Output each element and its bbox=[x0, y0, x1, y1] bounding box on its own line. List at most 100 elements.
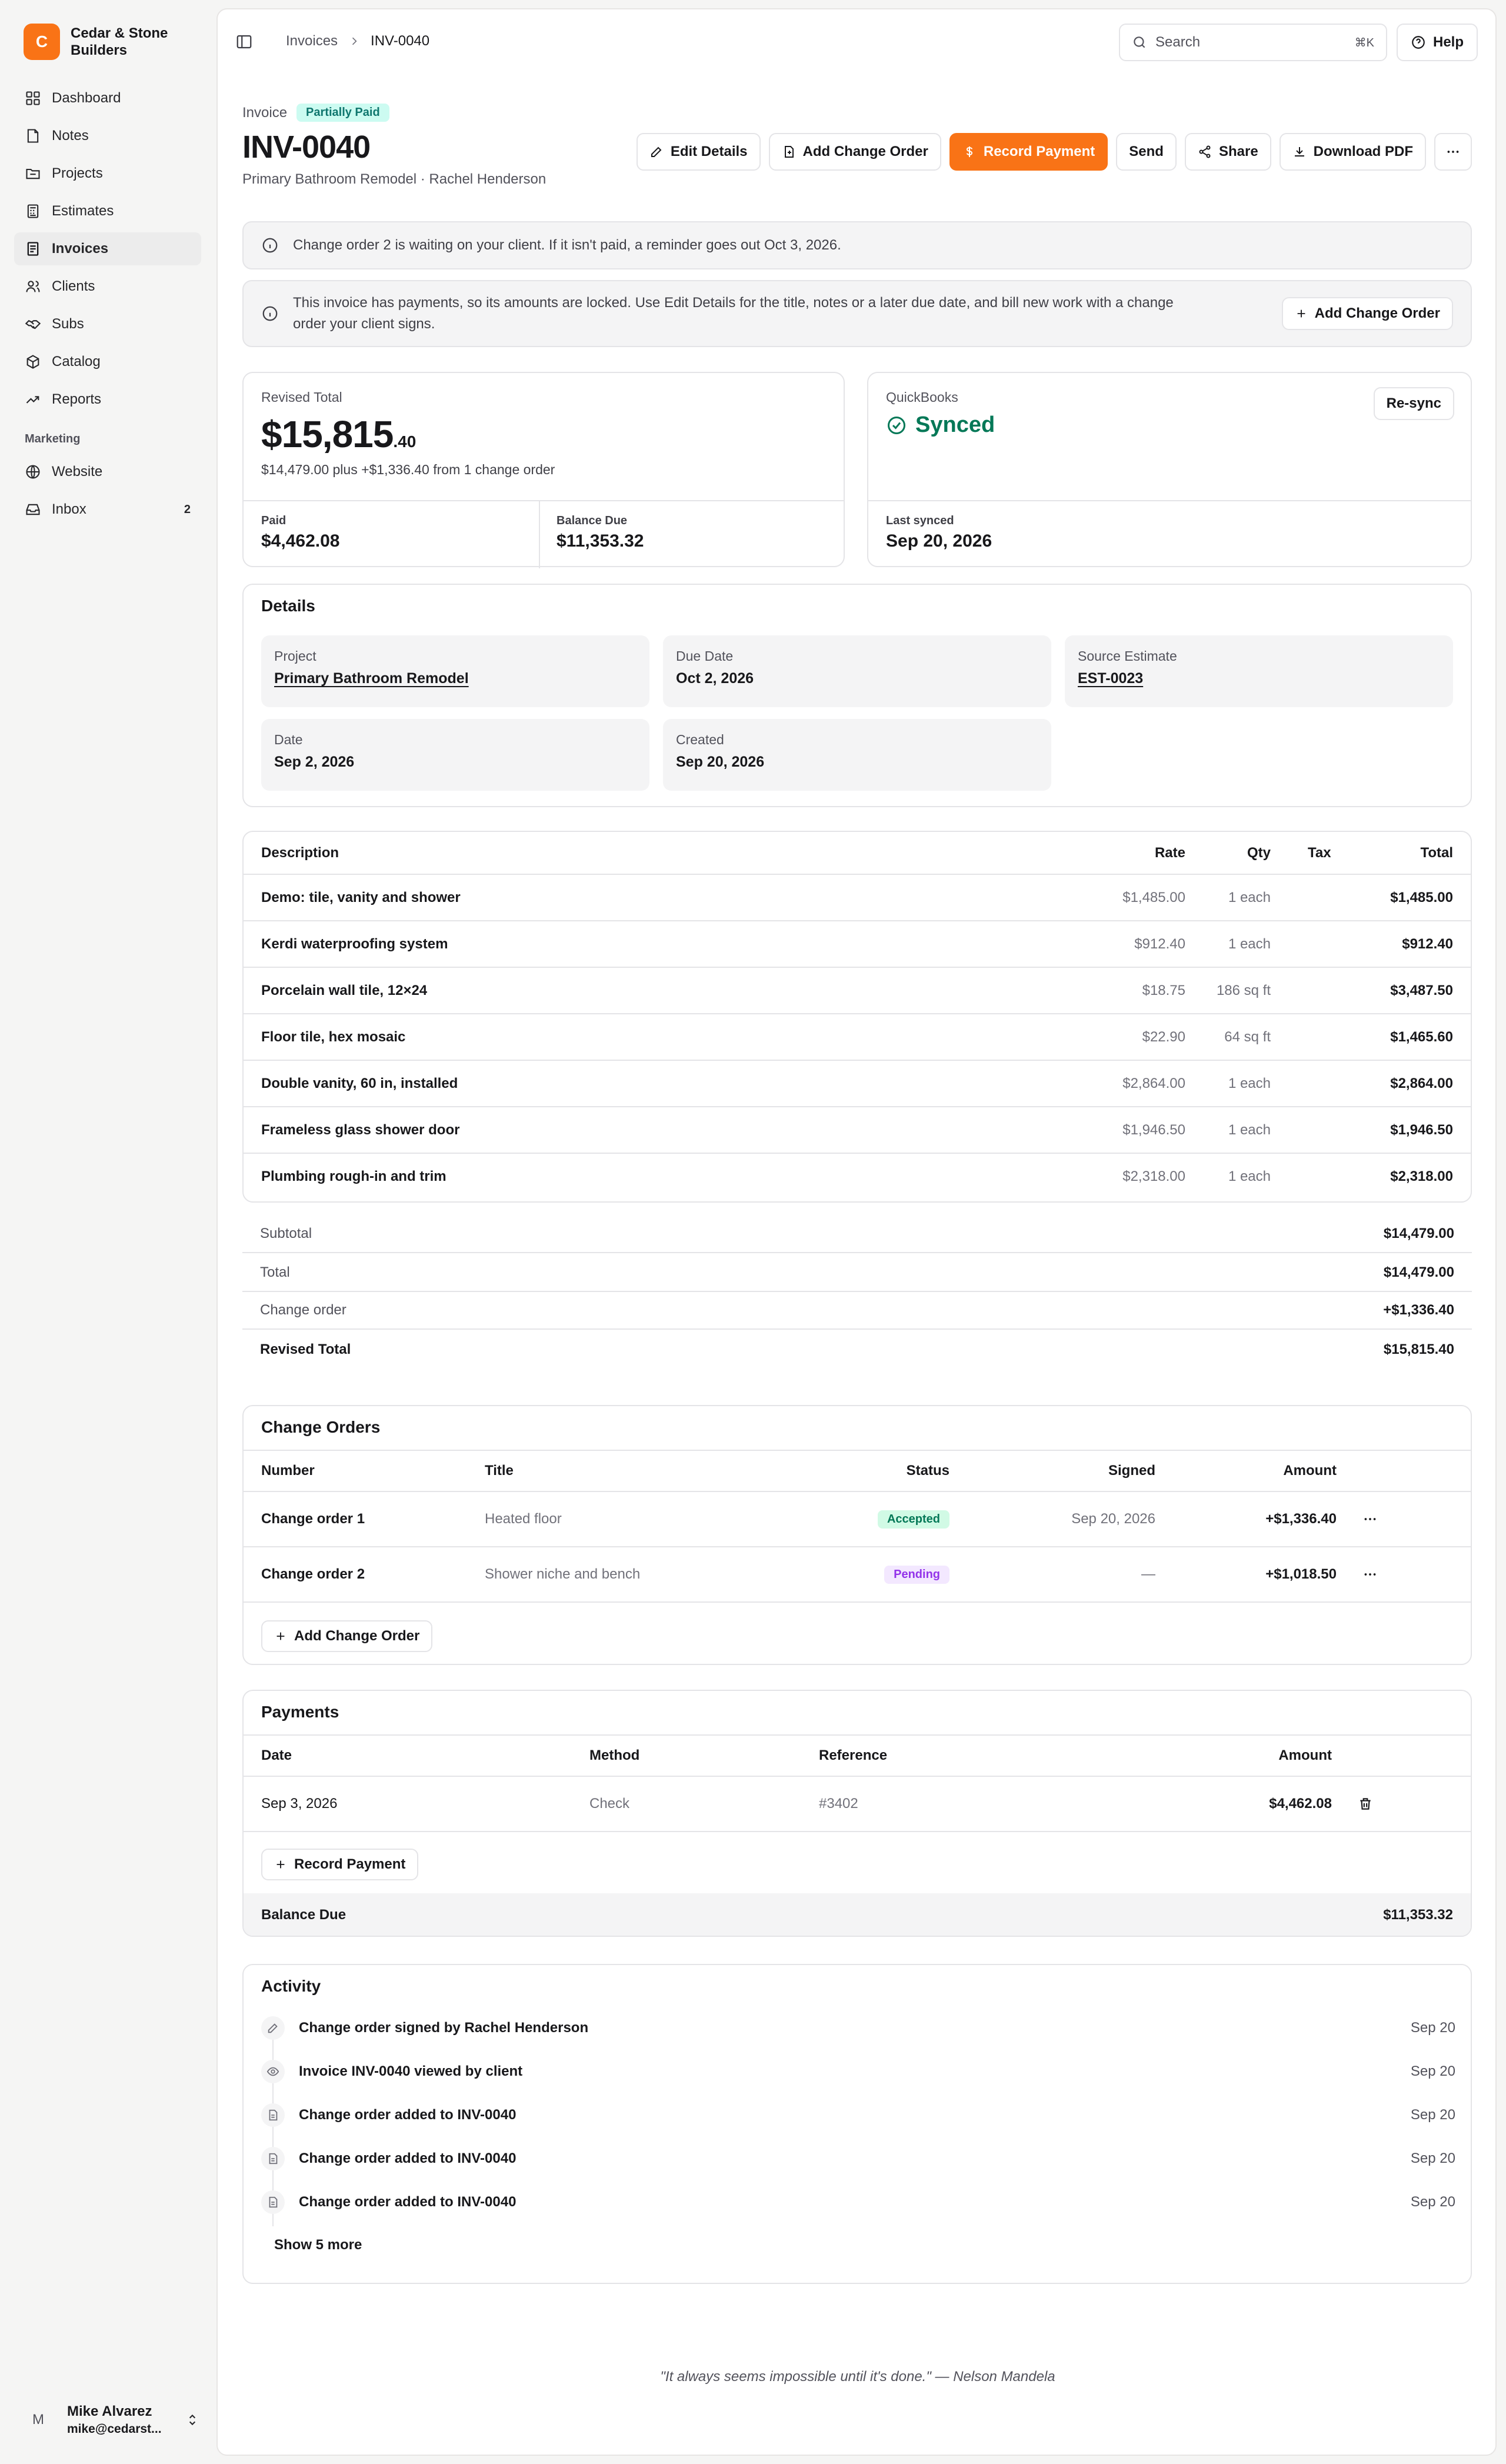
sidebar-item-reports[interactable]: Reports bbox=[14, 383, 201, 416]
sidebar-item-inbox[interactable]: Inbox 2 bbox=[14, 493, 201, 526]
add-change-order-inline-button[interactable]: Add Change Order bbox=[261, 1620, 433, 1652]
sidebar-item-label: Clients bbox=[52, 278, 95, 294]
footer-quote: "It always seems impossible until it's d… bbox=[660, 2369, 1055, 2385]
resync-label: Re-sync bbox=[1386, 395, 1441, 411]
item-tax bbox=[1271, 967, 1335, 1014]
item-total: $1,465.60 bbox=[1335, 1014, 1471, 1061]
more-actions-button[interactable] bbox=[1434, 133, 1472, 171]
item-description: Plumbing rough-in and trim bbox=[261, 1168, 447, 1184]
show-more-button[interactable]: Show 5 more bbox=[274, 2237, 362, 2253]
payments-balance-label: Balance Due bbox=[261, 1907, 346, 1923]
alert-add-change-order-button[interactable]: Add Change Order bbox=[1281, 297, 1453, 330]
alert-add-change-order-label: Add Change Order bbox=[1314, 305, 1440, 321]
co-status-cell: Accepted bbox=[814, 1491, 949, 1547]
sidebar-item-projects[interactable]: Projects bbox=[14, 157, 201, 190]
balance-due-label: Balance Due bbox=[557, 514, 628, 527]
main-panel: Invoices INV-0040 Search ⌘K Help Invoice… bbox=[216, 8, 1497, 2456]
payments-balance-row: Balance Due $11,353.32 bbox=[244, 1893, 1471, 1936]
col-date: Date bbox=[244, 1734, 589, 1777]
sidebar-item-label: Notes bbox=[52, 128, 89, 144]
co-title: Shower niche and bench bbox=[485, 1547, 814, 1603]
paid-label: Paid bbox=[261, 514, 286, 527]
activity-text: Change order added to INV-0040 bbox=[299, 2150, 517, 2166]
reminder-text: Change order 2 is waiting on your client… bbox=[293, 237, 841, 253]
sidebar-item-clients[interactable]: Clients bbox=[14, 270, 201, 303]
co-title: Heated floor bbox=[485, 1491, 814, 1547]
locked-alert: This invoice has payments, so its amount… bbox=[242, 280, 1472, 347]
dollar-icon bbox=[966, 146, 972, 157]
add-change-order-button[interactable]: Add Change Order bbox=[768, 133, 941, 171]
send-button[interactable]: Send bbox=[1116, 133, 1177, 171]
paid-value: $4,462.08 bbox=[261, 531, 340, 551]
status-badge: Pending bbox=[884, 1565, 949, 1584]
plus-icon bbox=[276, 1860, 285, 1869]
help-button[interactable]: Help bbox=[1397, 24, 1478, 61]
item-tax bbox=[1271, 1107, 1335, 1154]
table-row: Double vanity, 60 in, installed $2,864.00… bbox=[244, 1060, 1471, 1107]
invoice-subtitle: Primary Bathroom Remodel · Rachel Hender… bbox=[242, 171, 547, 187]
chevron-up-down-icon bbox=[189, 2414, 196, 2426]
item-rate: $2,864.00 bbox=[1068, 1060, 1185, 1107]
sidebar-item-label: Invoices bbox=[52, 241, 109, 257]
revised-total-cents: .40 bbox=[393, 432, 417, 451]
col-total: Total bbox=[1335, 832, 1471, 875]
document-icon bbox=[261, 2147, 285, 2170]
item-qty: 186 sq ft bbox=[1185, 967, 1271, 1014]
table-row: Sep 3, 2026 Check #3402 $4,462.08 bbox=[244, 1776, 1471, 1832]
user-menu[interactable]: M Mike Alvarez mike@cedarst... bbox=[24, 2403, 200, 2436]
share-button[interactable]: Share bbox=[1184, 133, 1271, 171]
edit-details-button[interactable]: Edit Details bbox=[636, 133, 761, 171]
item-tax bbox=[1271, 1060, 1335, 1107]
sidebar-item-notes[interactable]: Notes bbox=[14, 119, 201, 152]
user-name: Mike Alvarez bbox=[67, 2403, 152, 2419]
payments-balance-value: $11,353.32 bbox=[1383, 1907, 1453, 1923]
activity-item: Change order added to INV-0040 Sep 20 bbox=[261, 2093, 1455, 2137]
subtotal-label: Subtotal bbox=[260, 1226, 312, 1241]
col-title: Title bbox=[485, 1450, 814, 1492]
sidebar-item-dashboard[interactable]: Dashboard bbox=[14, 82, 201, 115]
sidebar-toggle-icon bbox=[236, 35, 252, 49]
status-badge: Accepted bbox=[877, 1510, 949, 1529]
download-pdf-button[interactable]: Download PDF bbox=[1279, 133, 1426, 171]
plus-icon bbox=[276, 1632, 285, 1640]
sidebar-toggle-button[interactable] bbox=[235, 33, 253, 51]
col-rate: Rate bbox=[1068, 832, 1185, 875]
source-estimate-link[interactable]: EST-0023 bbox=[1078, 670, 1440, 687]
item-total: $2,864.00 bbox=[1335, 1060, 1471, 1107]
search-input[interactable]: Search ⌘K bbox=[1119, 24, 1387, 61]
co-amount: +$1,336.40 bbox=[1155, 1491, 1337, 1547]
more-horizontal-icon bbox=[1364, 1573, 1376, 1576]
delete-payment-button[interactable] bbox=[1332, 1776, 1471, 1832]
table-row[interactable]: Change order 1 Heated floor Accepted Sep… bbox=[244, 1491, 1471, 1547]
row-menu-button[interactable] bbox=[1337, 1547, 1471, 1603]
quickbooks-card: QuickBooks Synced Re-sync Last synced Se… bbox=[867, 372, 1472, 567]
record-payment-inline-button[interactable]: Record Payment bbox=[261, 1849, 419, 1880]
total-label: Total bbox=[260, 1264, 290, 1280]
item-description: Kerdi waterproofing system bbox=[244, 921, 1068, 968]
brand[interactable]: C Cedar & Stone Builders bbox=[24, 24, 182, 60]
subtotal-value: $14,479.00 bbox=[1383, 1226, 1454, 1241]
sidebar-nav: Dashboard Notes Projects Estimates Invoi… bbox=[14, 82, 201, 531]
sidebar-item-estimates[interactable]: Estimates bbox=[14, 195, 201, 228]
reminder-alert: Change order 2 is waiting on your client… bbox=[242, 221, 1472, 269]
sidebar-item-invoices[interactable]: Invoices bbox=[14, 232, 201, 265]
item-tax bbox=[1271, 1014, 1335, 1061]
document-icon bbox=[261, 2103, 285, 2127]
balance-due-value: $11,353.32 bbox=[557, 531, 644, 551]
breadcrumb-invoices-link[interactable]: Invoices bbox=[286, 33, 338, 49]
total-value: $14,479.00 bbox=[1383, 1264, 1454, 1280]
sidebar-item-subs[interactable]: Subs bbox=[14, 308, 201, 341]
row-menu-button[interactable] bbox=[1337, 1491, 1471, 1547]
record-payment-button[interactable]: Record Payment bbox=[949, 133, 1108, 171]
activity-date: Sep 20 bbox=[1410, 2063, 1455, 2079]
item-total: $1,946.50 bbox=[1335, 1107, 1471, 1154]
col-row-actions bbox=[1332, 1734, 1471, 1777]
project-link[interactable]: Primary Bathroom Remodel bbox=[274, 670, 637, 687]
check-circle-icon bbox=[888, 416, 905, 434]
sidebar-item-website[interactable]: Website bbox=[14, 455, 201, 488]
resync-button[interactable]: Re-sync bbox=[1373, 387, 1454, 420]
table-row[interactable]: Change order 2 Shower niche and bench Pe… bbox=[244, 1547, 1471, 1603]
sidebar-item-catalog[interactable]: Catalog bbox=[14, 345, 201, 378]
users-icon bbox=[26, 281, 40, 292]
change-order-label: Change order bbox=[260, 1302, 346, 1318]
